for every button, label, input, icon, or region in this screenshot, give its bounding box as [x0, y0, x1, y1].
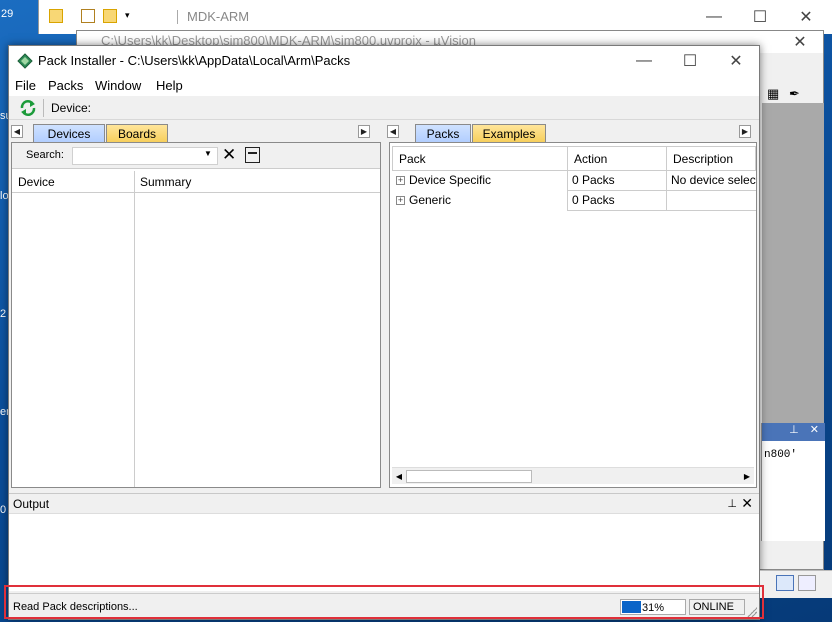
search-label: Search:	[26, 149, 64, 161]
menu-window[interactable]: Window	[95, 78, 141, 93]
column-header-description[interactable]: Description	[666, 146, 756, 171]
window-title: MDK-ARM	[187, 9, 250, 24]
tab-examples[interactable]: Examples	[472, 124, 546, 142]
pack-name: Device Specific	[409, 173, 492, 187]
status-bar: Read Pack descriptions... 31% ONLINE	[9, 593, 759, 619]
panel-header: ⊥ ✕	[762, 423, 825, 441]
refresh-icon[interactable]	[19, 99, 37, 117]
toolbar-icon[interactable]: ▦	[767, 86, 779, 102]
output-panel-header: Output ⊥ ✕	[9, 493, 759, 513]
search-input[interactable]	[72, 147, 218, 165]
scrollbar-thumb[interactable]	[406, 470, 532, 483]
clear-search-icon[interactable]: ✕	[222, 146, 236, 164]
resize-grip[interactable]	[747, 607, 757, 617]
properties-icon[interactable]	[81, 9, 95, 23]
pack-name: Generic	[409, 193, 452, 207]
packs-pane: Pack Action Description + Device Specific…	[389, 142, 757, 488]
devices-pane: Search: ▼ ✕ Device Summary	[11, 142, 381, 488]
expand-icon[interactable]: +	[396, 176, 405, 185]
tab-packs[interactable]: Packs	[415, 124, 471, 142]
pack-description	[666, 191, 756, 211]
progress-bar: 31%	[620, 599, 686, 615]
explorer-window: ▾ MDK-ARM — ☐ ✕	[38, 0, 832, 34]
pack-action[interactable]: 0 Packs	[567, 171, 667, 191]
desktop-label: 2	[0, 308, 7, 320]
tab-scroll-left-icon[interactable]: ◀	[11, 125, 23, 138]
tab-boards[interactable]: Boards	[106, 124, 168, 142]
column-divider	[134, 171, 135, 487]
column-header-summary[interactable]: Summary	[134, 171, 380, 193]
editor-area	[762, 103, 824, 449]
progress-fill	[622, 601, 641, 613]
pin-icon[interactable]: ⊥	[727, 497, 737, 510]
connection-status: ONLINE	[689, 599, 745, 615]
menu-bar: File Packs Window Help	[9, 76, 759, 96]
menu-packs[interactable]: Packs	[48, 78, 83, 93]
build-output-panel: ⊥ ✕ n800'	[761, 423, 825, 541]
column-header-action[interactable]: Action	[567, 146, 667, 171]
uvision-statusbar	[760, 570, 832, 598]
progress-label: 31%	[642, 602, 665, 614]
tab-scroll-left-icon[interactable]: ◀	[387, 125, 399, 138]
chevron-down-icon[interactable]: ▼	[204, 149, 212, 158]
toolbar-divider	[43, 99, 44, 117]
view-details-icon[interactable]	[798, 575, 816, 591]
close-icon[interactable]: ✕	[810, 424, 819, 436]
pack-description: No device selected	[666, 171, 756, 191]
title-bar: Pack Installer - C:\Users\kk\AppData\Loc…	[9, 46, 759, 76]
quick-access-dropdown-icon[interactable]: ▾	[125, 10, 130, 21]
close-icon[interactable]: ✕	[777, 27, 823, 57]
menu-help[interactable]: Help	[156, 78, 183, 93]
window-title: Pack Installer - C:\Users\kk\AppData\Loc…	[38, 53, 351, 68]
panel-text: n800'	[764, 449, 798, 461]
left-tab-strip: ◀ Devices Boards ▶	[9, 122, 383, 142]
pack-installer-window: Pack Installer - C:\Users\kk\AppData\Loc…	[8, 45, 760, 620]
right-tab-strip: ◀ Packs Examples ▶	[385, 122, 759, 142]
new-folder-icon[interactable]	[103, 9, 117, 23]
folder-icon	[49, 9, 63, 23]
maximize-icon[interactable]: ☐	[667, 46, 713, 76]
output-title: Output	[13, 497, 50, 511]
divider	[177, 10, 178, 24]
pack-action[interactable]: 0 Packs	[567, 191, 667, 211]
horizontal-scrollbar[interactable]: ◀ ▶	[392, 467, 754, 484]
scroll-right-icon[interactable]: ▶	[741, 470, 753, 483]
expand-icon[interactable]: +	[396, 196, 405, 205]
scroll-left-icon[interactable]: ◀	[393, 470, 405, 483]
tab-scroll-right-icon[interactable]: ▶	[739, 125, 751, 138]
close-icon[interactable]: ✕	[741, 495, 753, 512]
search-row: Search: ▼ ✕	[12, 143, 380, 169]
output-panel	[9, 513, 759, 591]
device-label: Device:	[51, 101, 92, 115]
pin-icon[interactable]: ⊥	[789, 424, 799, 436]
collapse-all-icon[interactable]	[245, 147, 260, 163]
tab-scroll-right-icon[interactable]: ▶	[358, 125, 370, 138]
minimize-icon[interactable]: —	[691, 2, 737, 32]
settings-icon[interactable]: ✒	[789, 86, 800, 102]
column-header-device[interactable]: Device	[12, 171, 134, 193]
desktop-label: 29	[1, 8, 14, 20]
toolbar: Device:	[9, 96, 759, 120]
desktop-label: 0	[0, 504, 7, 516]
status-message: Read Pack descriptions...	[13, 601, 138, 613]
column-header-pack[interactable]: Pack	[392, 146, 568, 171]
tab-devices[interactable]: Devices	[33, 124, 105, 142]
menu-file[interactable]: File	[15, 78, 36, 93]
view-list-icon[interactable]	[776, 575, 794, 591]
minimize-icon[interactable]: —	[621, 46, 667, 76]
close-icon[interactable]: ✕	[713, 46, 759, 76]
pack-installer-icon	[17, 53, 33, 69]
